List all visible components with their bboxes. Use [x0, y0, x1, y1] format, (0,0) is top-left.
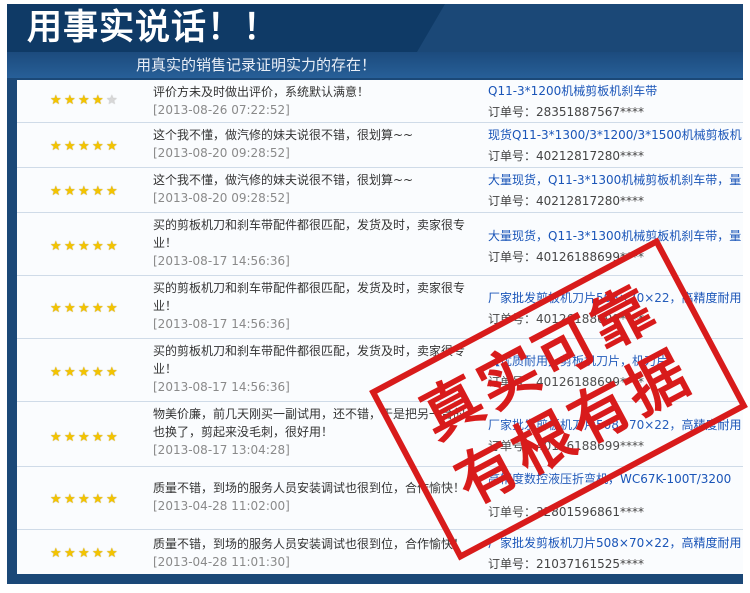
rating-stars: ★ ★ ★ ★ ★	[50, 547, 119, 561]
star-icon: ★	[106, 301, 118, 316]
page-subtitle: 用真实的销售记录证明实力的存在！	[136, 56, 377, 74]
star-icon: ★	[78, 139, 90, 154]
comment-date: [2013-08-17 14:56:36]	[153, 254, 290, 268]
rating-stars: ★ ★ ★ ★ ★	[50, 493, 119, 507]
star-icon: ★	[50, 184, 62, 199]
order-number: 订单号：21037161525****	[488, 557, 644, 571]
review-comment: 买的剪板机刀和刹车带配件都很匹配，发货及时，卖家很专业！ [2013-08-17…	[153, 279, 473, 333]
star-icon: ★	[92, 93, 104, 108]
review-row: ★ ★ ★ ★ ★ 这个我不懂，做汽修的妹夫说很不错，很划算~~ [2013-08-20…	[17, 123, 743, 168]
star-icon: ★	[64, 184, 76, 199]
product-link[interactable]: 大量现货，Q11-3*1300机械剪板机刹车带，量	[488, 170, 743, 191]
star-icon: ★	[64, 93, 76, 108]
rating-stars: ★ ★ ★ ★ ★	[50, 366, 119, 380]
order-number: 订单号：40212817280****	[488, 149, 644, 163]
review-row: ★ ★ ★ ★ ★ 质量不错，到场的服务人员安装调试也很到位，合作愉快！ [2013-0…	[17, 530, 743, 574]
star-icon: ★	[50, 492, 62, 507]
star-icon: ★	[78, 430, 90, 445]
product-info: Q11-3*1200机械剪板机刹车带 订单号：28351887567****	[488, 81, 743, 123]
star-icon: ★	[64, 430, 76, 445]
review-row: ★ ★ ★ ★ ★ 评价方未及时做出评价，系统默认满意！ [2013-08-26 07:…	[17, 80, 743, 123]
order-number: 订单号：28351887567****	[488, 105, 644, 119]
comment-date: [2013-04-28 11:01:30]	[153, 555, 290, 569]
star-icon: ★	[92, 184, 104, 199]
rating-stars: ★ ★ ★ ★ ★	[50, 140, 119, 154]
star-icon: ★	[64, 492, 76, 507]
star-icon: ★	[50, 139, 62, 154]
review-comment: 这个我不懂，做汽修的妹夫说很不错，很划算~~ [2013-08-20 09:28…	[153, 126, 473, 162]
product-link[interactable]: Q11-3*1200机械剪板机刹车带	[488, 81, 743, 102]
comment-date: [2013-04-28 11:02:00]	[153, 499, 290, 513]
star-icon: ★	[78, 184, 90, 199]
rating-stars: ★ ★ ★ ★ ★	[50, 185, 119, 199]
star-icon: ★	[106, 365, 118, 380]
rating-stars: ★ ★ ★ ★ ★	[50, 302, 119, 316]
star-icon: ★	[64, 546, 76, 561]
comment-text: 买的剪板机刀和刹车带配件都很匹配，发货及时，卖家很专业！	[153, 281, 466, 313]
star-icon: ★	[106, 239, 118, 254]
star-icon: ★	[92, 546, 104, 561]
star-icon: ★	[106, 139, 118, 154]
star-icon: ★	[78, 93, 90, 108]
star-icon: ★	[106, 492, 118, 507]
product-info: 大量现货，Q11-3*1300机械剪板机刹车带，量 订单号：4021281728…	[488, 170, 743, 212]
star-icon: ★	[78, 301, 90, 316]
page-title: 用事实说话！！	[27, 8, 280, 48]
review-row: ★ ★ ★ ★ ★ 这个我不懂，做汽修的妹夫说很不错，很划算~~ [2013-08-20…	[17, 168, 743, 213]
review-comment: 质量不错，到场的服务人员安装调试也很到位，合作愉快！ [2013-04-28 1…	[153, 535, 473, 571]
rating-stars: ★ ★ ★ ★ ★	[50, 240, 119, 254]
star-icon: ★	[78, 239, 90, 254]
star-icon: ★	[78, 365, 90, 380]
product-link[interactable]: 厂家批发剪板机刀片508×70×22，高精度耐用	[488, 533, 743, 554]
star-icon: ★	[50, 546, 62, 561]
star-icon: ★	[64, 365, 76, 380]
star-icon: ★	[64, 301, 76, 316]
product-link[interactable]: 现货Q11-3*1300/3*1200/3*1500机械剪板机	[488, 125, 743, 146]
star-icon: ★	[92, 365, 104, 380]
product-link[interactable]: 大量现货，Q11-3*1300机械剪板机刹车带，量	[488, 226, 743, 247]
comment-date: [2013-08-26 07:22:52]	[153, 103, 290, 117]
star-icon: ★	[78, 492, 90, 507]
star-icon: ★	[106, 430, 118, 445]
star-icon: ★	[92, 239, 104, 254]
rating-stars: ★ ★ ★ ★ ★	[50, 431, 119, 445]
star-icon: ★	[50, 301, 62, 316]
comment-date: [2013-08-20 09:28:52]	[153, 191, 290, 205]
product-info: 厂家批发剪板机刀片508×70×22，高精度耐用 订单号：21037161525…	[488, 533, 743, 574]
star-icon: ★	[92, 430, 104, 445]
star-icon: ★	[106, 546, 118, 561]
comment-text: 质量不错，到场的服务人员安装调试也很到位，合作愉快！	[153, 537, 466, 551]
star-icon: ★	[50, 365, 62, 380]
star-icon: ★	[78, 546, 90, 561]
star-icon: ★	[50, 93, 62, 108]
star-icon: ★	[106, 184, 118, 199]
order-number: 订单号：40212817280****	[488, 194, 644, 208]
comment-text: 这个我不懂，做汽修的妹夫说很不错，很划算~~	[153, 173, 414, 187]
star-icon: ★	[64, 239, 76, 254]
review-comment: 买的剪板机刀和刹车带配件都很匹配，发货及时，卖家很专业！ [2013-08-17…	[153, 216, 473, 270]
review-comment: 这个我不懂，做汽修的妹夫说很不错，很划算~~ [2013-08-20 09:28…	[153, 171, 473, 207]
star-empty-icon: ★	[106, 93, 118, 108]
comment-text: 评价方未及时做出评价，系统默认满意！	[153, 85, 370, 99]
star-icon: ★	[50, 430, 62, 445]
rating-stars: ★ ★ ★ ★ ★	[50, 94, 119, 108]
star-icon: ★	[92, 139, 104, 154]
comment-text: 买的剪板机刀和刹车带配件都很匹配，发货及时，卖家很专业！	[153, 218, 466, 250]
star-icon: ★	[92, 492, 104, 507]
star-icon: ★	[64, 139, 76, 154]
product-info: 现货Q11-3*1300/3*1200/3*1500机械剪板机 订单号：4021…	[488, 125, 743, 167]
review-row: ★ ★ ★ ★ ★ 质量不错，到场的服务人员安装调试也很到位，合作愉快！ [2013-0…	[17, 467, 743, 530]
comment-text: 这个我不懂，做汽修的妹夫说很不错，很划算~~	[153, 128, 414, 142]
review-comment: 评价方未及时做出评价，系统默认满意！ [2013-08-26 07:22:52]	[153, 83, 473, 119]
comment-date: [2013-08-17 14:56:36]	[153, 317, 290, 331]
comment-date: [2013-08-20 09:28:52]	[153, 146, 290, 160]
star-icon: ★	[50, 239, 62, 254]
star-icon: ★	[92, 301, 104, 316]
